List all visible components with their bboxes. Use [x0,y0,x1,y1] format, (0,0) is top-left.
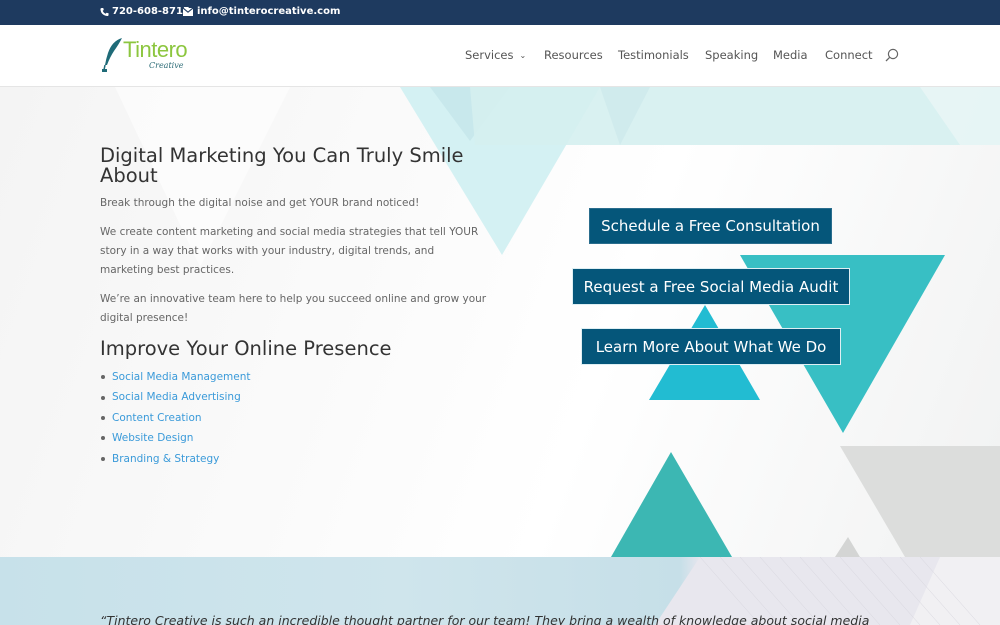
service-link-social-media-advertising[interactable]: Social Media Advertising [112,387,241,407]
testimonial-section: “Tintero Creative is such an incredible … [0,557,1000,625]
envelope-icon [183,7,193,16]
request-audit-button[interactable]: Request a Free Social Media Audit [572,268,850,305]
service-link-content-creation[interactable]: Content Creation [112,408,202,428]
services-list: Social Media Management Social Media Adv… [100,367,251,469]
list-item: Branding & Strategy [100,449,251,469]
list-item: Social Media Management [100,367,251,387]
list-item: Social Media Advertising [100,387,251,407]
hero-title: Digital Marketing You Can Truly Smile Ab… [100,144,464,187]
feather-quill-icon [102,38,122,72]
bullet [101,416,105,421]
hero-team-text: We’re an innovative team here to help yo… [100,293,487,324]
top-contact-bar: 720-608-8715 info@tinterocreative.com [0,0,1000,25]
service-link-website-design[interactable]: Website Design [112,428,193,448]
nav-connect[interactable]: Connect [825,48,873,62]
testimonial-quote: “Tintero Creative is such an incredible … [100,613,870,625]
hero-section: Digital Marketing You Can Truly Smile Ab… [0,87,1000,557]
nav-media[interactable]: Media [773,48,808,62]
phone-contact[interactable]: 720-608-8715 [100,6,190,17]
service-link-branding-strategy[interactable]: Branding & Strategy [112,449,219,469]
site-header: Tintero Creative Services ⌄ Resources Tes… [0,25,1000,87]
logo[interactable]: Tintero Creative [102,37,192,77]
phone-icon [100,7,109,16]
bullet [101,395,105,400]
email-contact[interactable]: info@tinterocreative.com [183,6,340,17]
bullet [101,375,105,380]
service-link-social-media-management[interactable]: Social Media Management [112,367,251,387]
chevron-down-icon: ⌄ [519,51,527,60]
email-address: info@tinterocreative.com [197,6,341,17]
nav-testimonials[interactable]: Testimonials [618,48,689,62]
services-heading: Improve Your Online Presence [100,337,392,360]
nav-resources[interactable]: Resources [544,48,603,62]
nav-speaking[interactable]: Speaking [705,48,758,62]
nav-services[interactable]: Services ⌄ [465,48,526,62]
logo-subtitle: Creative [149,61,184,70]
hero-description: We create content marketing and social m… [100,226,479,276]
search-icon[interactable] [885,48,899,62]
list-item: Website Design [100,428,251,448]
schedule-consultation-button[interactable]: Schedule a Free Consultation [589,208,832,244]
hero-intro: Break through the digital noise and get … [100,197,420,209]
learn-more-button[interactable]: Learn More About What We Do [581,328,841,365]
phone-number: 720-608-8715 [112,6,190,17]
logo-wordmark: Tintero [123,37,188,62]
bullet [101,436,105,441]
nav-services-label: Services [465,48,514,62]
list-item: Content Creation [100,408,251,428]
bullet [101,456,105,461]
